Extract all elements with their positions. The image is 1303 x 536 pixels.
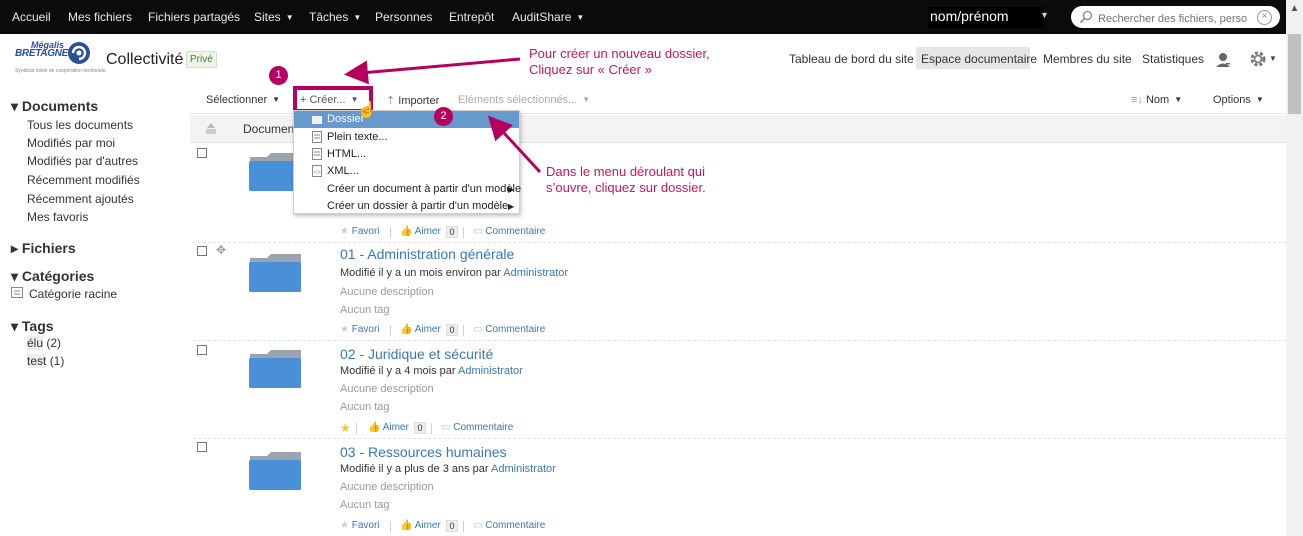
callout-create-line2: Cliquez sur « Créer »: [529, 62, 652, 77]
callout-dossier-line1: Dans le menu déroulant qui: [546, 164, 705, 179]
callout-dossier-line2: s’ouvre, cliquez sur dossier.: [546, 180, 706, 195]
cursor-hand-icon: ☝: [357, 102, 377, 119]
arrow-to-create: [344, 57, 521, 85]
step-badge: 2: [434, 107, 453, 126]
callout-dossier: Dans le menu déroulant qui s’ouvre, cliq…: [546, 164, 706, 196]
arrow-to-dossier: [487, 115, 542, 174]
callout-create: Pour créer un nouveau dossier, Cliquez s…: [529, 46, 710, 78]
step-badge: 1: [269, 66, 288, 85]
callout-create-line1: Pour créer un nouveau dossier,: [529, 46, 710, 61]
annotation-arrows: [344, 57, 542, 174]
